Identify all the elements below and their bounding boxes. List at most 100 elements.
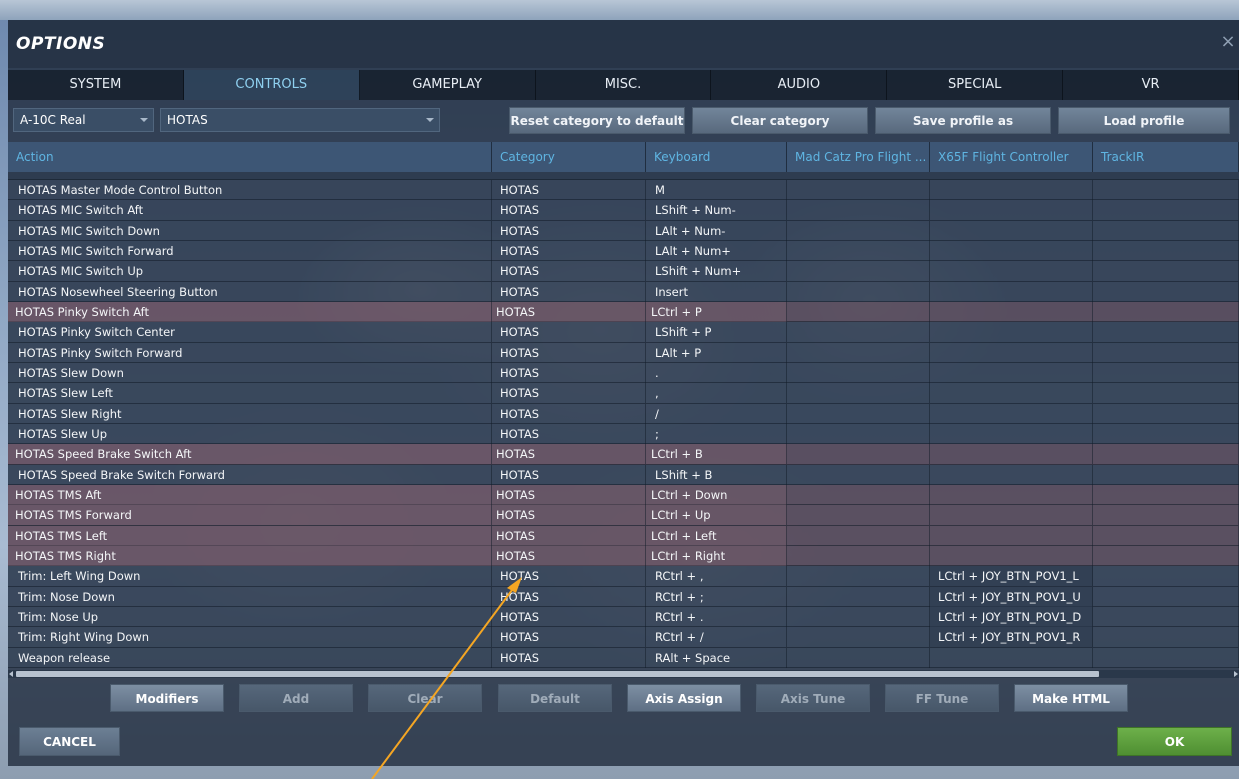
table-row[interactable]: Trim: Nose Down HOTAS RCtrl + ; LCtrl + JOY… [8,586,1239,607]
cell-x65f[interactable] [930,200,1093,221]
cell-category[interactable]: HOTAS [492,362,646,383]
cell-action[interactable]: Trim: Nose Up [8,606,492,627]
cell-madcatz[interactable] [787,342,930,363]
cell-category[interactable]: HOTAS [492,647,646,668]
cell-trackir[interactable] [1093,545,1239,566]
cell-trackir[interactable] [1093,261,1239,282]
ff-tune-button[interactable]: FF Tune [885,684,999,712]
cell-category[interactable]: HOTAS [492,484,646,505]
cell-action[interactable]: HOTAS MIC Switch Aft [8,200,492,221]
close-icon[interactable]: × [1219,33,1237,51]
cell-action[interactable]: HOTAS Speed Brake Switch Forward [8,464,492,485]
table-row[interactable]: HOTAS Speed Brake Switch Aft HOTAS LCtrl +… [8,444,1239,465]
cell-trackir[interactable] [1093,322,1239,343]
cell-category[interactable]: HOTAS [492,586,646,607]
table-row[interactable]: Trim: Nose Up HOTAS RCtrl + . LCtrl + JOY_B… [8,606,1239,628]
cell-action[interactable]: Trim: Right Wing Down [8,627,492,648]
cell-keyboard[interactable]: LShift + Num+ [646,261,787,282]
column-header-madcatz[interactable]: Mad Catz Pro Flight ... [787,142,930,172]
cell-keyboard[interactable]: RAlt + Space [646,647,787,668]
cell-category[interactable]: HOTAS [492,200,646,221]
cell-action[interactable]: HOTAS Pinky Switch Forward [8,342,492,363]
table-row[interactable]: HOTAS Speed Brake Switch Forward HOTAS LSh… [8,464,1239,485]
cell-madcatz[interactable] [787,525,930,546]
cell-action[interactable]: HOTAS Pinky Switch Center [8,322,492,343]
table-row[interactable]: HOTAS Slew Down HOTAS. [8,362,1239,384]
cell-keyboard[interactable]: LCtrl + Down [646,484,787,505]
tab-vr[interactable]: VR [1063,70,1239,100]
cell-trackir[interactable] [1093,240,1239,261]
cell-trackir[interactable] [1093,525,1239,546]
cell-action[interactable]: HOTAS TMS Left [8,525,492,546]
cell-madcatz[interactable] [787,627,930,648]
cell-x65f[interactable] [930,423,1093,444]
cell-madcatz[interactable] [787,444,930,465]
cell-x65f[interactable] [930,342,1093,363]
cell-category[interactable]: HOTAS [492,566,646,587]
table-row[interactable]: HOTAS TMS Right HOTAS LCtrl + Right [8,545,1239,567]
cell-keyboard[interactable]: RCtrl + , [646,566,787,587]
cell-x65f[interactable] [930,505,1093,526]
cell-action[interactable]: HOTAS Master Mode Control Button [8,180,492,200]
cell-trackir[interactable] [1093,484,1239,505]
cell-x65f[interactable] [930,240,1093,261]
cell-keyboard[interactable]: . [646,362,787,383]
cell-x65f[interactable]: LCtrl + JOY_BTN_POV1_R [930,627,1093,648]
cell-madcatz[interactable] [787,200,930,221]
column-header-category[interactable]: Category [492,142,646,172]
cell-category[interactable]: HOTAS [492,403,646,424]
cell-madcatz[interactable] [787,647,930,668]
cell-x65f[interactable] [930,647,1093,668]
cell-action[interactable]: Weapon release [8,647,492,668]
table-row[interactable]: HOTAS Pinky Switch Aft HOTAS LCtrl + P [8,301,1239,323]
cell-x65f[interactable] [930,403,1093,424]
cell-category[interactable]: HOTAS [492,606,646,627]
cell-keyboard[interactable]: Insert [646,281,787,302]
cell-category[interactable]: HOTAS [492,464,646,485]
cell-keyboard[interactable]: LCtrl + Right [646,545,787,566]
cell-keyboard[interactable]: LShift + B [646,464,787,485]
cell-x65f[interactable] [930,261,1093,282]
cell-category[interactable]: HOTAS [492,525,646,546]
table-row[interactable]: Trim: Left Wing Down HOTAS RCtrl + , LCtrl … [8,566,1239,587]
add-button[interactable]: Add [239,684,353,712]
cell-action[interactable]: HOTAS MIC Switch Up [8,261,492,282]
table-row[interactable]: HOTAS Slew Up HOTAS; [8,423,1239,445]
cell-madcatz[interactable] [787,403,930,424]
cell-x65f[interactable] [930,362,1093,383]
cell-category[interactable]: HOTAS [492,342,646,363]
axis-tune-button[interactable]: Axis Tune [756,684,870,712]
cell-trackir[interactable] [1093,464,1239,485]
table-row[interactable]: HOTAS MIC Switch Down HOTAS LAlt + Num- [8,220,1239,241]
tab-audio[interactable]: AUDIO [711,70,888,100]
cell-category[interactable]: HOTAS [492,627,646,648]
cell-action[interactable]: HOTAS Slew Down [8,362,492,383]
cell-x65f[interactable] [930,180,1093,200]
make-html-button[interactable]: Make HTML [1014,684,1128,712]
tab-misc[interactable]: MISC. [535,70,712,100]
cell-action[interactable]: HOTAS Nosewheel Steering Button [8,281,492,302]
cell-trackir[interactable] [1093,444,1239,465]
cell-trackir[interactable] [1093,586,1239,607]
cell-action[interactable]: HOTAS MIC Switch Down [8,220,492,241]
save-profile-button[interactable]: Save profile as [875,107,1051,134]
cell-keyboard[interactable]: / [646,403,787,424]
cell-x65f[interactable] [930,484,1093,505]
axis-assign-button[interactable]: Axis Assign [627,684,741,712]
cell-keyboard[interactable]: LCtrl + Left [646,525,787,546]
table-row[interactable]: HOTAS Slew Right HOTAS / [8,403,1239,424]
reset-category-button[interactable]: Reset category to default [509,107,685,134]
cell-madcatz[interactable] [787,261,930,282]
scroll-right-icon[interactable] [1231,670,1239,678]
tab-controls[interactable]: CONTROLS [183,70,360,100]
cell-trackir[interactable] [1093,505,1239,526]
cell-keyboard[interactable]: M [646,180,787,200]
cell-trackir[interactable] [1093,301,1239,322]
table-row[interactable]: HOTAS TMS Aft HOTAS LCtrl + Down [8,484,1239,506]
clear-button[interactable]: Clear [368,684,482,712]
cell-category[interactable]: HOTAS [492,301,646,322]
column-header-action[interactable]: Action [8,142,492,172]
cell-category[interactable]: HOTAS [492,505,646,526]
table-row[interactable]: HOTAS Nosewheel Steering Button HOTAS Inse… [8,281,1239,302]
cell-madcatz[interactable] [787,505,930,526]
